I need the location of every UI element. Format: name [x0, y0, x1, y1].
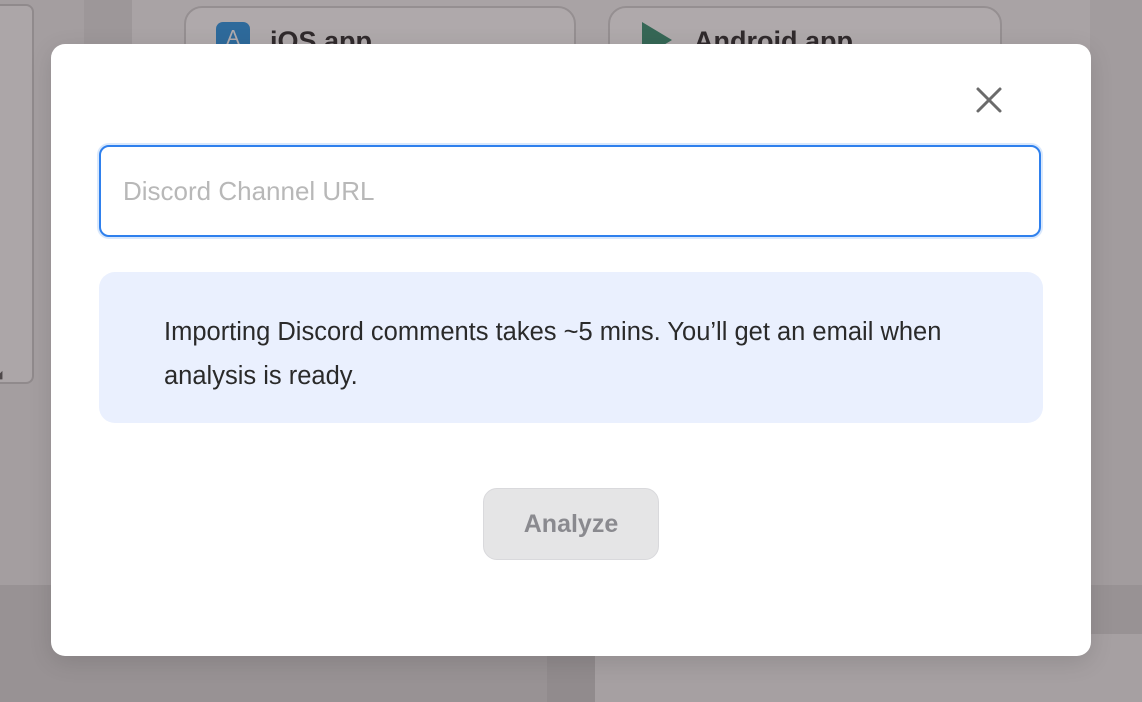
- analyze-button[interactable]: Analyze: [483, 488, 659, 560]
- close-button[interactable]: [971, 82, 1007, 118]
- info-notice-text: Importing Discord comments takes ~5 mins…: [164, 318, 942, 390]
- info-notice: Importing Discord comments takes ~5 mins…: [99, 272, 1043, 423]
- close-icon: [976, 87, 1002, 113]
- import-discord-modal: Importing Discord comments takes ~5 mins…: [51, 44, 1091, 656]
- discord-channel-url-input[interactable]: [99, 145, 1041, 237]
